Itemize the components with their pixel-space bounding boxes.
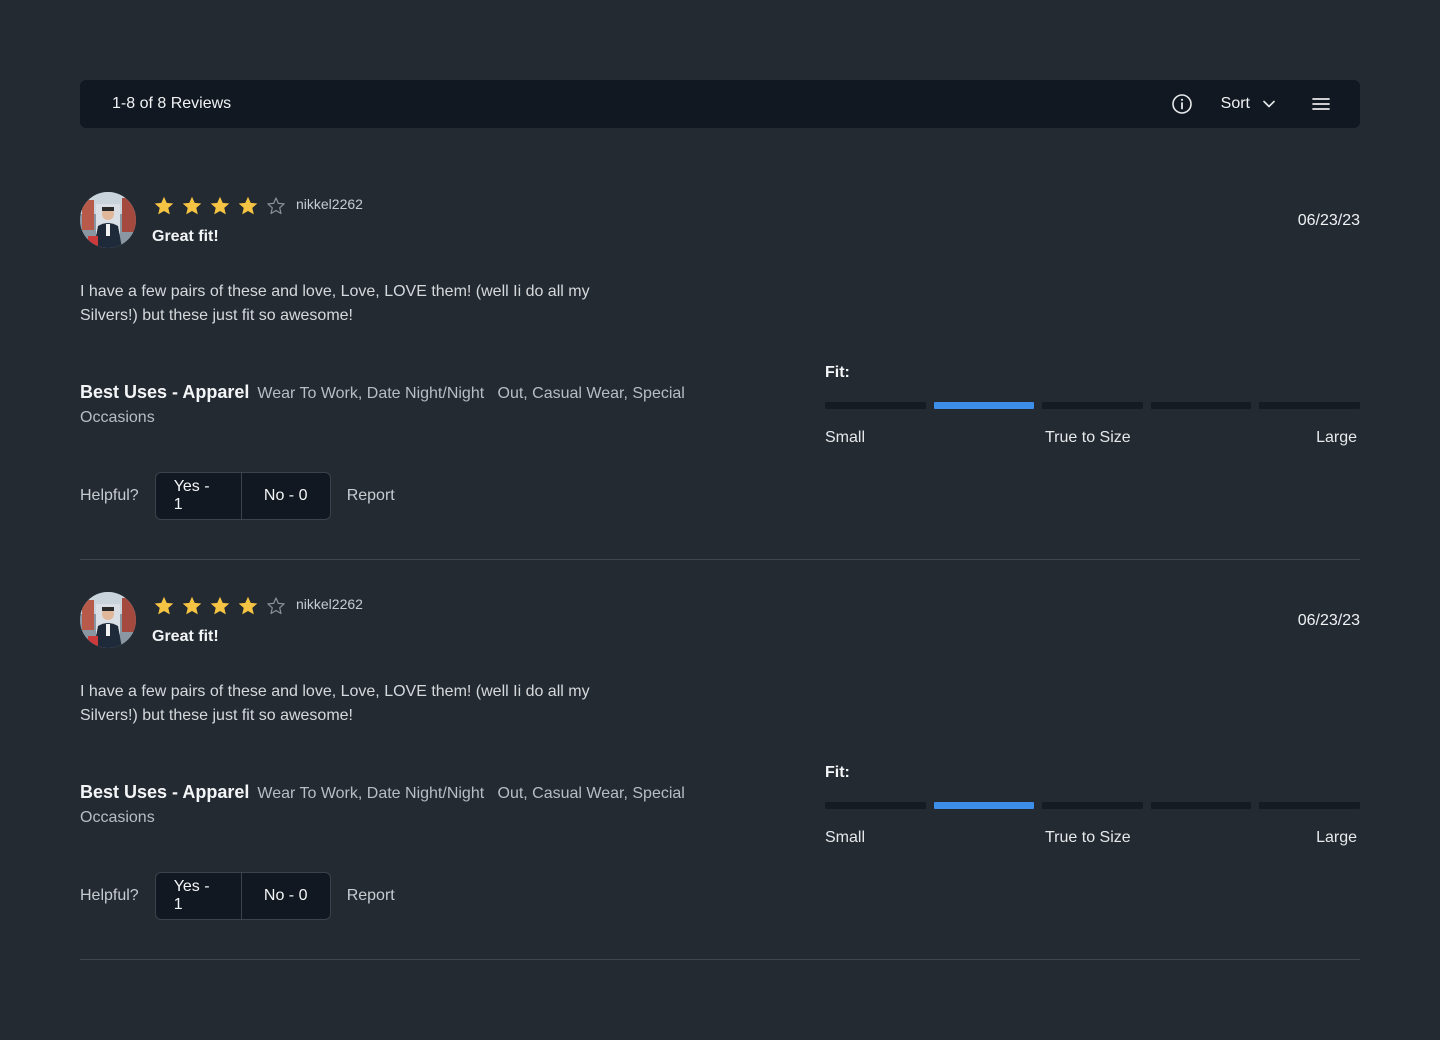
- fit-segment-selected: [933, 402, 1035, 409]
- star-icon: [154, 596, 174, 615]
- fit-segment: [1259, 402, 1360, 409]
- fit-label: Fit:: [825, 764, 850, 781]
- helpful-label: Helpful?: [80, 487, 139, 504]
- fit-scale-large: Large: [1316, 429, 1357, 446]
- star-outline-icon: [267, 597, 285, 615]
- star-icon: [210, 196, 230, 215]
- fit-segments: [825, 802, 1360, 809]
- best-uses-label: Best Uses - Apparel: [80, 782, 250, 802]
- username: nikkel2262: [296, 596, 363, 612]
- fit-meter: Fit: Small True to Size Large: [825, 364, 1360, 453]
- info-icon[interactable]: [1171, 93, 1193, 115]
- review-date: 06/23/23: [1297, 212, 1360, 229]
- fit-segment: [1150, 402, 1252, 409]
- fit-segment: [825, 402, 926, 409]
- star-icon: [210, 596, 230, 615]
- best-uses: Best Uses - Apparel Wear To Work, Date Ni…: [80, 780, 740, 830]
- review-body: I have a few pairs of these and love, Lo…: [80, 683, 590, 724]
- fit-segment: [1042, 402, 1143, 409]
- star-icon: [154, 196, 174, 215]
- vote-no-button[interactable]: No - 0: [242, 473, 330, 519]
- review-card: nikkel2262 Great fit! 06/23/23 I have a …: [80, 560, 1360, 960]
- sort-button[interactable]: Sort: [1221, 95, 1276, 113]
- review-date: 06/23/23: [1297, 612, 1360, 629]
- vote-yes-button[interactable]: Yes - 1: [156, 473, 242, 519]
- vote-group: Yes - 1 No - 0: [154, 472, 331, 520]
- fit-segments: [825, 402, 1360, 409]
- divider: [80, 959, 1360, 960]
- vote-no-button[interactable]: No - 0: [242, 873, 330, 919]
- fit-scale-true: True to Size: [1045, 829, 1131, 846]
- reviews-header: 1-8 of 8 Reviews Sort: [80, 80, 1360, 128]
- helpful-row: Helpful? Yes - 1 No - 0 Report: [80, 472, 395, 520]
- fit-segment: [1042, 802, 1143, 809]
- report-link[interactable]: Report: [347, 887, 395, 905]
- star-rating: [152, 594, 288, 618]
- chevron-down-icon: [1263, 100, 1275, 108]
- star-icon: [238, 196, 258, 215]
- helpful-label: Helpful?: [80, 887, 139, 904]
- fit-segment: [825, 802, 926, 809]
- review-count: 1-8 of 8 Reviews: [112, 95, 232, 112]
- sort-label: Sort: [1220, 95, 1250, 112]
- review-title: Great fit!: [152, 228, 219, 245]
- star-rating: [152, 194, 288, 218]
- vote-group: Yes - 1 No - 0: [154, 872, 331, 920]
- review-body: I have a few pairs of these and love, Lo…: [80, 283, 590, 324]
- star-icon: [238, 596, 258, 615]
- review-card: nikkel2262 Great fit! 06/23/23 I have a …: [80, 160, 1360, 560]
- best-uses: Best Uses - Apparel Wear To Work, Date Ni…: [80, 380, 740, 430]
- fit-scale-small: Small: [825, 429, 866, 446]
- avatar: [80, 192, 136, 248]
- report-link[interactable]: Report: [347, 487, 395, 505]
- fit-scale: Small True to Size Large: [825, 829, 1360, 853]
- fit-segment-selected: [933, 802, 1035, 809]
- avatar: [80, 592, 136, 648]
- fit-segment: [1150, 802, 1252, 809]
- fit-label: Fit:: [825, 364, 850, 381]
- helpful-row: Helpful? Yes - 1 No - 0 Report: [80, 872, 395, 920]
- star-outline-icon: [267, 197, 285, 215]
- fit-scale-true: True to Size: [1045, 429, 1131, 446]
- review-title: Great fit!: [152, 628, 219, 645]
- fit-scale: Small True to Size Large: [825, 429, 1360, 453]
- username: nikkel2262: [296, 196, 363, 212]
- fit-meter: Fit: Small True to Size Large: [825, 764, 1360, 853]
- star-icon: [182, 596, 202, 615]
- reviews-page: 1-8 of 8 Reviews Sort nikkel2262 Great f…: [0, 0, 1440, 1040]
- vote-yes-button[interactable]: Yes - 1: [156, 873, 242, 919]
- fit-segment: [1259, 802, 1360, 809]
- fit-scale-large: Large: [1316, 829, 1357, 846]
- fit-scale-small: Small: [825, 829, 866, 846]
- star-icon: [182, 196, 202, 215]
- menu-icon[interactable]: [1310, 93, 1332, 115]
- best-uses-label: Best Uses - Apparel: [80, 382, 250, 402]
